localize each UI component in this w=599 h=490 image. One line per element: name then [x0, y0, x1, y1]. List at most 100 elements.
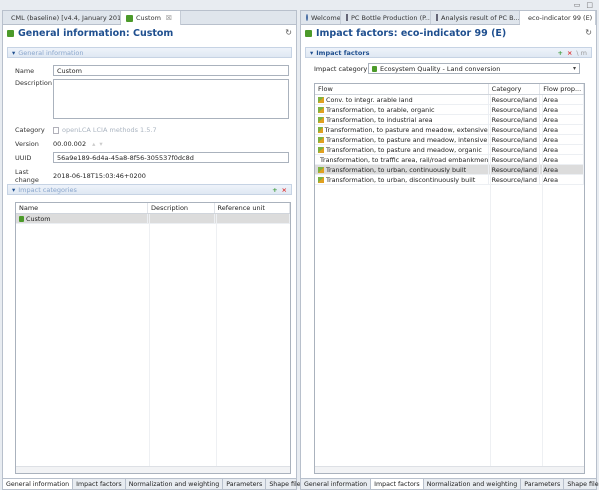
column-flow[interactable]: Flow	[315, 84, 489, 94]
column-category[interactable]: Category	[489, 84, 541, 94]
tab-cml-baseline[interactable]: CML (baseline) [v4.4, January 2015]	[3, 11, 121, 24]
tab-welcome[interactable]: Welcome	[301, 11, 341, 24]
column-divider	[490, 95, 491, 473]
tab-normalization-weighting[interactable]: Normalization and weighting	[424, 479, 522, 489]
collapse-icon[interactable]: ▾	[12, 49, 15, 57]
page-title: Impact factors: eco-indicator 99 (E) ↻	[301, 25, 596, 41]
tab-analysis-result[interactable]: Analysis result of PC B...	[431, 11, 520, 24]
table-row[interactable]: Transformation, to pasture and meadow, i…	[315, 135, 584, 145]
row-flow-text: Transformation, to pasture and meadow, i…	[326, 135, 488, 144]
row-flow: Transformation, to pasture and meadow, o…	[315, 145, 489, 154]
tab-general-information[interactable]: General information	[301, 479, 372, 489]
horizontal-scrollbar[interactable]	[16, 466, 290, 473]
flow-icon	[318, 106, 324, 113]
column-name[interactable]: Name	[16, 203, 149, 213]
tab-general-information[interactable]: General information	[3, 479, 74, 489]
add-icon[interactable]: +	[272, 186, 277, 194]
tab-normalization-weighting[interactable]: Normalization and weighting	[126, 479, 224, 489]
row-flow-property: Area	[540, 105, 584, 114]
row-flow: Conv. to integr. arable land	[315, 95, 489, 104]
column-divider	[149, 214, 150, 473]
column-flow-property[interactable]: Flow prop...	[540, 84, 584, 94]
row-flow-property: Area	[540, 155, 584, 164]
version-value: 00.00.002	[53, 140, 87, 148]
version-down-icon[interactable]: ▾	[99, 140, 102, 148]
row-category: Resource/land	[489, 115, 541, 124]
table-header: Name Description Reference unit	[16, 203, 290, 214]
column-reference-unit[interactable]: Reference unit	[215, 203, 290, 213]
table-row[interactable]: Transformation, to industrial area Resour…	[315, 115, 584, 125]
row-flow: Transformation, to pasture and meadow, i…	[315, 135, 489, 144]
impact-category-select[interactable]: Ecosystem Quality - Land conversion ▾	[368, 63, 580, 74]
table-row[interactable]: Transformation, to arable, organic Resour…	[315, 105, 584, 115]
close-icon[interactable]: ☒	[166, 14, 172, 22]
category-icon	[19, 215, 24, 222]
impact-factors-section-header[interactable]: ▾ Impact factors + × \ m	[305, 47, 592, 58]
method-icon	[7, 29, 14, 37]
tab-shape-files[interactable]: Shape files (beta)	[564, 479, 599, 489]
general-info-section-header[interactable]: ▾ General information	[7, 47, 292, 58]
tab-parameters[interactable]: Parameters	[521, 479, 565, 489]
refresh-icon[interactable]: ↻	[285, 28, 292, 37]
category-link[interactable]: openLCA LCIA methods 1.5.7	[62, 126, 157, 134]
tab-impact-factors[interactable]: Impact factors	[73, 479, 126, 489]
method-icon	[305, 29, 312, 37]
left-tabstrip: CML (baseline) [v4.4, January 2015] Cust…	[3, 11, 296, 25]
row-category: Resource/land	[489, 135, 541, 144]
tab-label: eco-indicator 99 (E)	[528, 14, 593, 22]
row-category: Resource/land	[489, 165, 541, 174]
flow-icon	[318, 126, 323, 133]
row-flow: Transformation, to arable, organic	[315, 105, 489, 114]
tab-parameters[interactable]: Parameters	[223, 479, 267, 489]
row-flow: Transformation, to urban, discontinuousl…	[315, 175, 489, 184]
table-row[interactable]: Custom	[16, 214, 290, 224]
row-flow-property: Area	[540, 125, 584, 134]
left-bottom-tabs: General information Impact factors Norma…	[3, 478, 330, 489]
remove-icon[interactable]: ×	[282, 186, 287, 194]
uuid-label: UUID	[15, 153, 32, 162]
category-label: Category	[15, 126, 45, 134]
row-flow-text: Transformation, to traffic area, rail/ro…	[320, 155, 489, 164]
method-icon	[126, 14, 133, 22]
table-row[interactable]: Transformation, to pasture and meadow, o…	[315, 145, 584, 155]
tab-pc-bottle-production[interactable]: PC Bottle Production (P...	[341, 11, 431, 24]
row-flow: Transformation, to industrial area	[315, 115, 489, 124]
minimize-icon[interactable]: ▭	[574, 1, 581, 9]
table-row[interactable]: Conv. to integr. arable land Resource/lan…	[315, 95, 584, 105]
tab-eco-indicator[interactable]: eco-indicator 99 (E) ☒	[520, 11, 596, 25]
tab-impact-factors[interactable]: Impact factors	[371, 479, 424, 489]
tab-custom[interactable]: Custom ☒	[121, 11, 181, 25]
right-editor: Welcome PC Bottle Production (P... Analy…	[300, 10, 599, 490]
chevron-down-icon[interactable]: ▾	[573, 65, 576, 72]
table-row[interactable]: Transformation, to urban, continuously b…	[315, 165, 584, 175]
name-row: Name Custom	[15, 65, 289, 76]
remove-icon[interactable]: ×	[567, 49, 572, 57]
formula-icon[interactable]: \ m	[576, 49, 587, 57]
add-icon[interactable]: +	[558, 49, 563, 57]
collapse-icon[interactable]: ▾	[12, 186, 15, 194]
row-flow-property: Area	[540, 145, 584, 154]
description-label: Description	[15, 79, 53, 87]
row-flow-property: Area	[540, 175, 584, 184]
refresh-icon[interactable]: ↻	[585, 28, 592, 37]
table-row[interactable]: Transformation, to traffic area, rail/ro…	[315, 155, 584, 165]
horizontal-scrollbar[interactable]	[315, 466, 584, 473]
row-flow-property: Area	[540, 95, 584, 104]
table-row[interactable]: Transformation, to pasture and meadow, e…	[315, 125, 584, 135]
description-field[interactable]	[53, 79, 289, 119]
version-up-icon[interactable]: ▴	[92, 140, 95, 148]
column-description[interactable]: Description	[148, 203, 215, 213]
right-bottom-tabs: General information Impact factors Norma…	[301, 478, 599, 489]
description-row: Description	[15, 79, 289, 119]
result-icon	[436, 14, 438, 21]
table-row[interactable]: Transformation, to urban, discontinuousl…	[315, 175, 584, 185]
row-flow-text: Transformation, to industrial area	[326, 115, 433, 124]
uuid-field[interactable]: 56a9e189-6d4a-45a8-8f56-305537f0dc8d	[53, 152, 289, 163]
tab-label: Welcome	[311, 13, 341, 22]
name-field[interactable]: Custom	[53, 65, 289, 76]
row-flow-text: Transformation, to urban, continuously b…	[326, 165, 467, 174]
maximize-icon[interactable]: □	[586, 1, 593, 9]
impact-categories-section-header[interactable]: ▾ Impact categories + ×	[7, 184, 292, 195]
row-flow-text: Conv. to integr. arable land	[326, 95, 413, 104]
collapse-icon[interactable]: ▾	[310, 49, 313, 57]
